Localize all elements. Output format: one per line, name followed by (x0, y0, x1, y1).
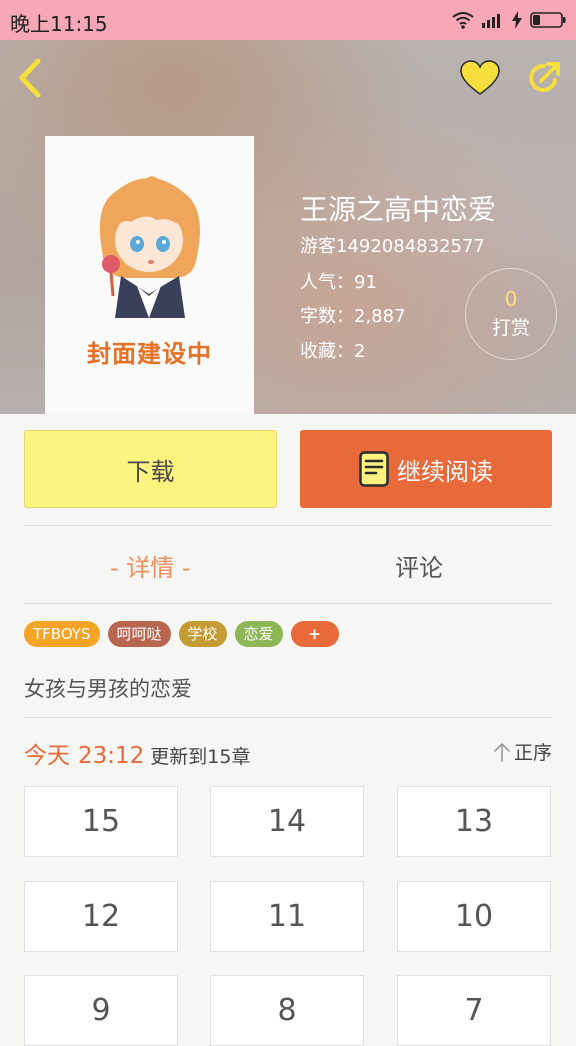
update-info: 今天 23:12 更新到15章 (24, 736, 250, 770)
favorite-button[interactable] (456, 54, 504, 102)
book-title: 王源之高中恋爱 (300, 193, 497, 226)
sort-order-label: 正序 (513, 742, 552, 764)
tag-romance[interactable]: 恋爱 (234, 621, 283, 647)
update-time: 23:12 (78, 743, 145, 769)
signal-icon (482, 14, 500, 28)
chapter-button[interactable]: 11 (210, 881, 364, 952)
chapter-button[interactable]: 13 (397, 786, 551, 857)
back-button[interactable] (6, 54, 54, 102)
share-icon (529, 62, 560, 92)
book-description: 女孩与男孩的恋爱 (24, 677, 192, 701)
battery-icon (530, 12, 566, 28)
status-time: 晚上11:15 (10, 12, 108, 36)
download-label: 下载 (126, 457, 175, 486)
reward-button[interactable]: 0 打赏 (465, 268, 557, 360)
tag-school[interactable]: 学校 (178, 621, 227, 647)
continue-reading-button[interactable]: 继续阅读 (300, 430, 552, 508)
chapter-button[interactable]: 9 (24, 975, 178, 1046)
reward-count: 0 (504, 287, 518, 311)
chapter-button[interactable]: 7 (397, 975, 551, 1046)
divider (24, 717, 552, 718)
tab-comments[interactable]: 评论 (395, 548, 443, 583)
chapter-button[interactable]: 12 (24, 881, 178, 952)
divider (24, 525, 552, 526)
popularity-stat: 人气：91 (300, 272, 377, 293)
chapter-button[interactable]: 10 (397, 881, 551, 952)
share-button[interactable] (520, 54, 568, 102)
favorites-stat: 收藏：2 (300, 341, 366, 362)
arrow-up-icon (494, 742, 510, 762)
download-button[interactable]: 下载 (24, 430, 277, 508)
reward-label: 打赏 (491, 317, 530, 339)
wifi-icon (452, 12, 474, 29)
book-icon (359, 451, 389, 487)
book-header: 封面建设中 王源之高中恋爱 游客1492084832577 人气：91 字数：2… (0, 40, 576, 414)
tab-details[interactable]: - 详情 - (110, 548, 191, 583)
update-chapter-info: 更新到15章 (150, 746, 251, 768)
continue-reading-label: 继续阅读 (397, 457, 493, 486)
charging-icon (512, 11, 522, 29)
chevron-left-icon (19, 58, 41, 98)
book-author[interactable]: 游客1492084832577 (300, 232, 485, 258)
chapter-button[interactable]: 14 (210, 786, 364, 857)
add-tag-button[interactable]: + (290, 621, 339, 647)
heart-icon (460, 60, 500, 95)
chapter-button[interactable]: 15 (24, 786, 178, 857)
cover-character-illustration (99, 176, 200, 318)
chapter-button[interactable]: 8 (210, 975, 364, 1046)
book-cover: 封面建设中 (45, 136, 254, 414)
sort-order-button[interactable]: 正序 (494, 738, 552, 765)
divider (24, 603, 552, 604)
status-bar: 晚上11:15 (0, 0, 576, 40)
tag-list: TFBOYS 呵呵哒 学校 恋爱 + (24, 621, 339, 647)
update-day: 今天 (24, 743, 70, 769)
status-icons (452, 9, 566, 31)
tag-hehe[interactable]: 呵呵哒 (107, 621, 171, 647)
cover-caption: 封面建设中 (87, 340, 212, 368)
word-count-stat: 字数：2,887 (300, 306, 406, 327)
tag-tfboys[interactable]: TFBOYS (24, 621, 100, 647)
